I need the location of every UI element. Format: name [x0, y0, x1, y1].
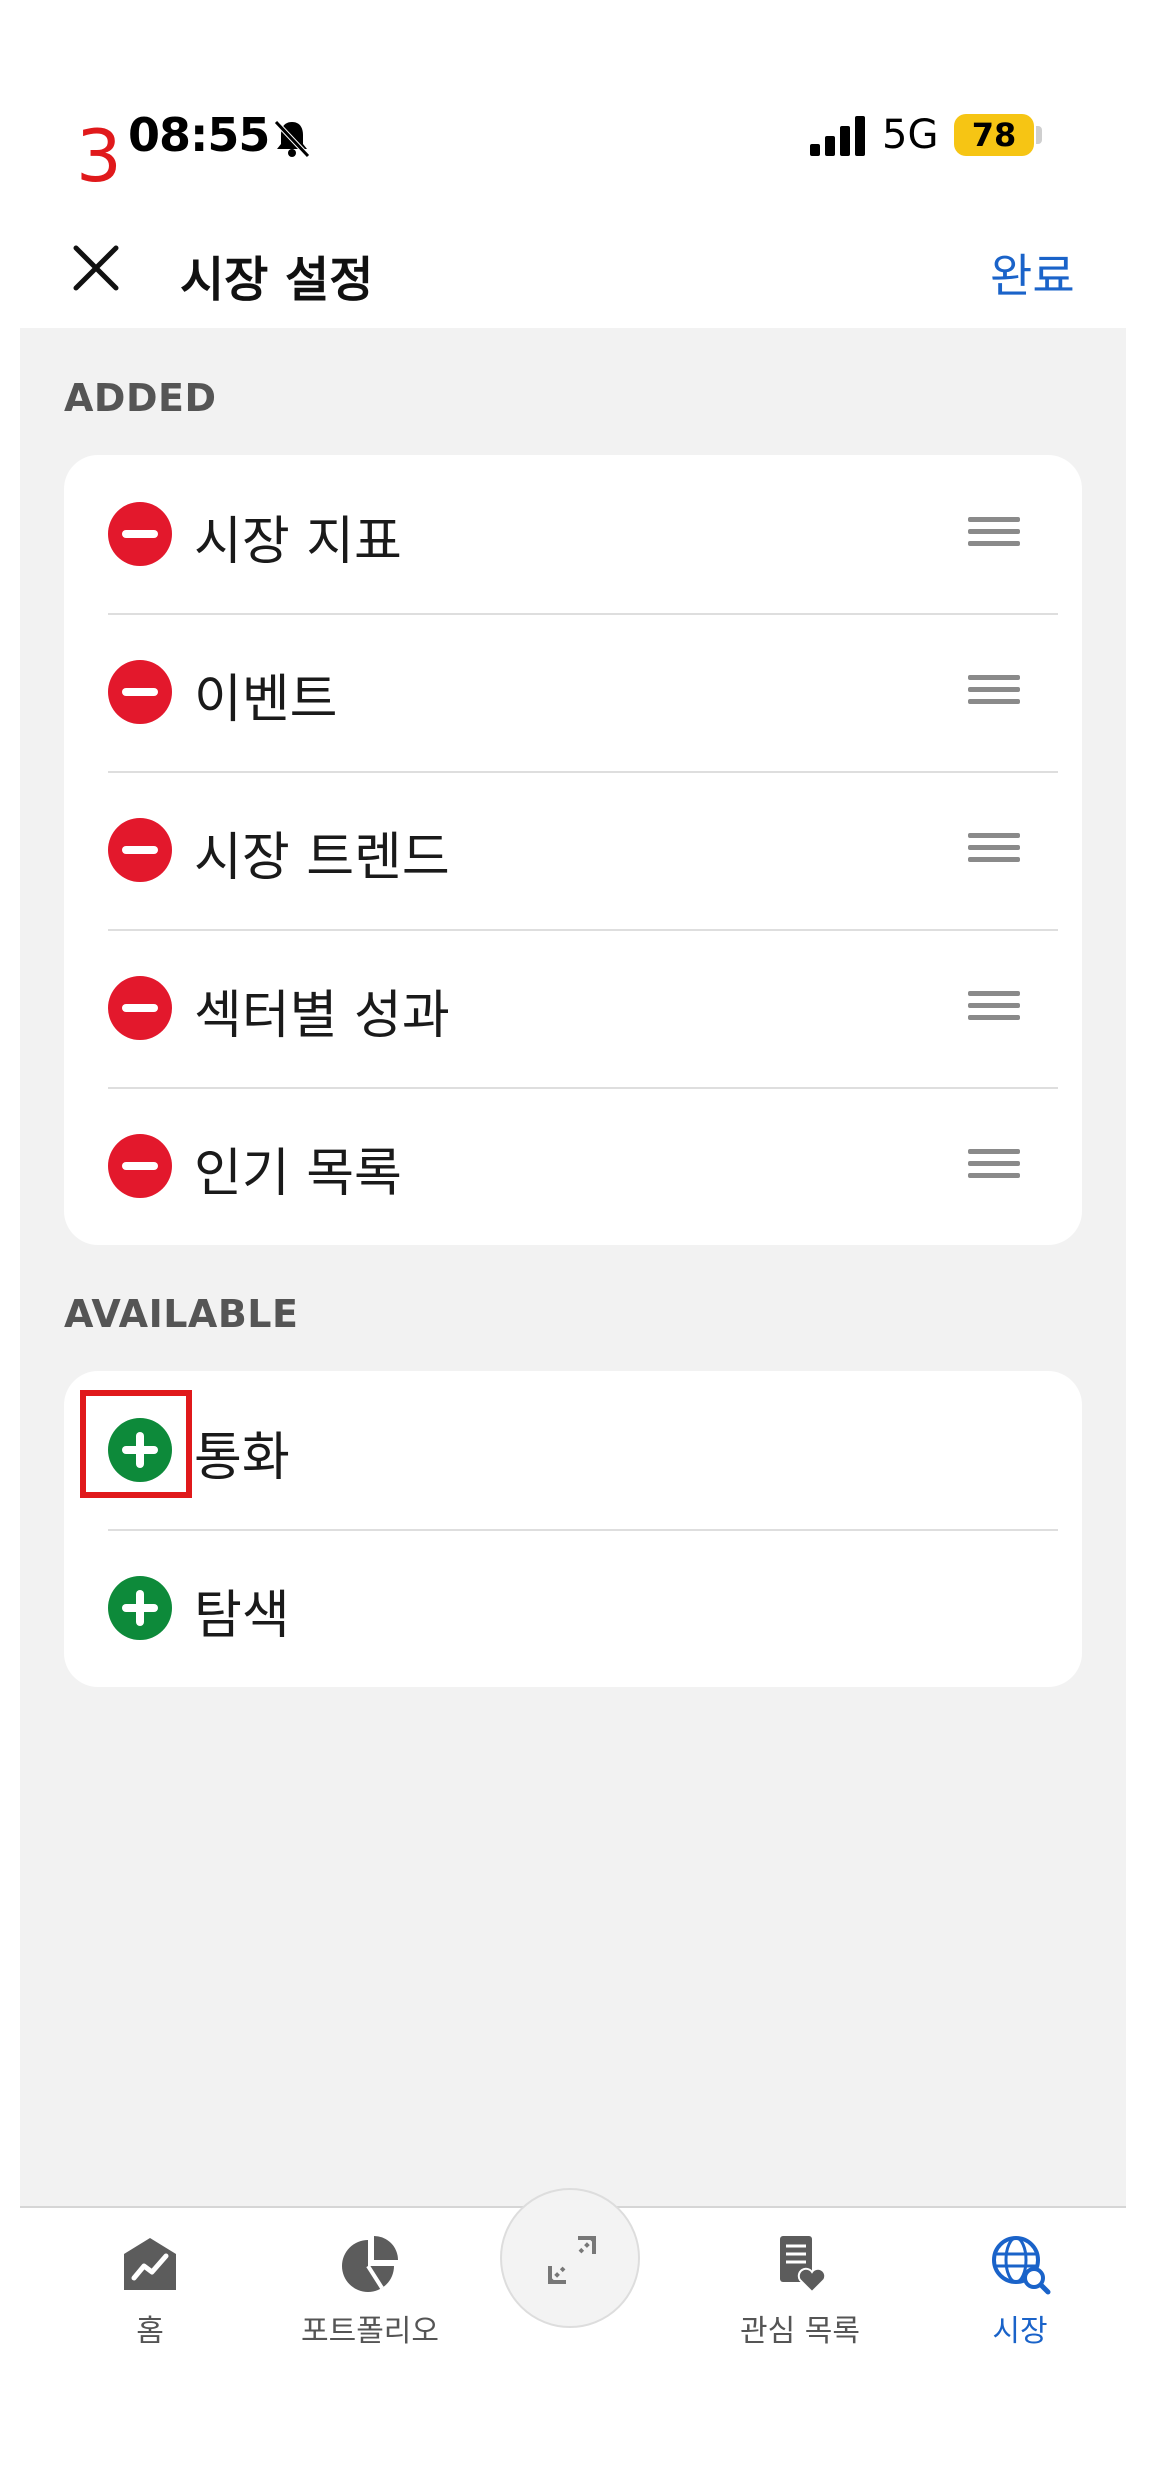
available-list: 통화 탐색	[64, 1371, 1082, 1687]
add-icon[interactable]	[108, 1576, 172, 1640]
available-section-label: AVAILABLE	[64, 1292, 299, 1336]
list-item: 통화	[64, 1371, 1082, 1529]
list-item-label: 인기 목록	[194, 1144, 402, 1204]
list-item: 섹터별 성과	[64, 929, 1082, 1087]
done-button[interactable]: 완료	[990, 240, 1075, 306]
tab-portfolio[interactable]: 포트폴리오	[280, 2208, 460, 2368]
expand-button[interactable]	[500, 2188, 640, 2328]
list-item-label: 시장 트렌드	[194, 828, 450, 888]
drag-handle-icon[interactable]	[968, 675, 1020, 709]
list-item: 이벤트	[64, 613, 1082, 771]
list-item-label: 통화	[194, 1428, 290, 1488]
tab-watchlist[interactable]: 관심 목록	[710, 2208, 890, 2368]
status-time: 08:55	[128, 108, 270, 162]
signal-icon	[810, 116, 865, 156]
drag-handle-icon[interactable]	[968, 1149, 1020, 1183]
tab-label: 홈	[136, 2314, 164, 2349]
tab-label: 포트폴리오	[301, 2314, 439, 2349]
tab-market[interactable]: 시장	[930, 2208, 1110, 2368]
list-item: 인기 목록	[64, 1087, 1082, 1245]
list-item-label: 섹터별 성과	[194, 986, 450, 1046]
tab-label: 관심 목록	[740, 2314, 860, 2349]
close-icon[interactable]	[68, 240, 124, 296]
tab-label: 시장	[992, 2314, 1048, 2349]
added-section-label: ADDED	[64, 376, 217, 420]
list-item-label: 시장 지표	[194, 512, 402, 572]
remove-icon[interactable]	[108, 976, 172, 1040]
tab-home[interactable]: 홈	[60, 2208, 240, 2368]
remove-icon[interactable]	[108, 818, 172, 882]
list-item: 시장 트렌드	[64, 771, 1082, 929]
remove-icon[interactable]	[108, 1134, 172, 1198]
remove-icon[interactable]	[108, 502, 172, 566]
bell-muted-icon	[274, 120, 310, 158]
pie-chart-icon	[342, 2236, 398, 2292]
status-bar: 3 08:55 5G 78	[0, 0, 1172, 200]
watchlist-icon	[780, 2236, 827, 2294]
step-marker: 3	[76, 114, 122, 198]
globe-search-icon	[992, 2236, 1051, 2295]
list-item: 시장 지표	[64, 455, 1082, 613]
added-list: 시장 지표 이벤트 시장 트렌드 섹터별 성과 인기 목록	[64, 455, 1082, 1245]
network-type: 5G	[882, 112, 939, 158]
remove-icon[interactable]	[108, 660, 172, 724]
drag-handle-icon[interactable]	[968, 991, 1020, 1025]
battery-cap	[1036, 126, 1042, 144]
page-title: 시장 설정	[180, 252, 374, 308]
drag-handle-icon[interactable]	[968, 517, 1020, 551]
list-item: 탐색	[64, 1529, 1082, 1687]
list-item-label: 탐색	[194, 1586, 290, 1646]
settings-content[interactable]: ADDED 시장 지표 이벤트 시장 트렌드 섹터별 성과 인기 목록 AVAI	[20, 328, 1126, 2206]
home-chart-icon	[124, 2238, 176, 2290]
battery-level: 78	[954, 114, 1034, 156]
list-item-label: 이벤트	[194, 670, 338, 730]
drag-handle-icon[interactable]	[968, 833, 1020, 867]
tab-bar: 홈 포트폴리오 관심 목록 시장	[20, 2188, 1126, 2368]
add-icon[interactable]	[108, 1418, 172, 1482]
header: 시장 설정 완료	[0, 210, 1172, 328]
expand-arrows-icon	[548, 2236, 596, 2284]
